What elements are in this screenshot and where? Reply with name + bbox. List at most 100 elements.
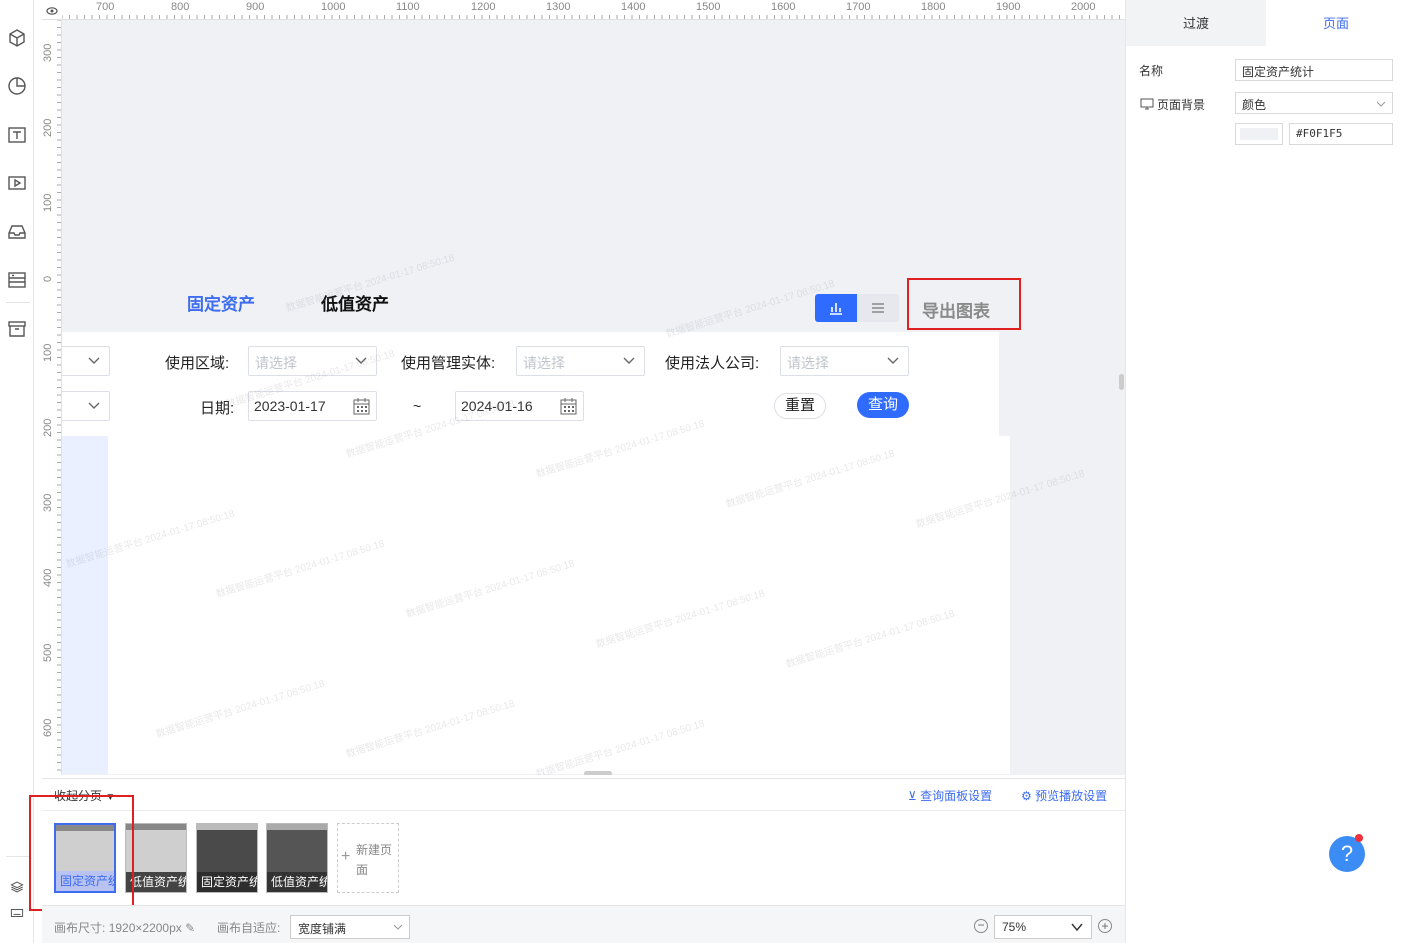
chevron-down-icon (88, 357, 100, 364)
chevron-down-icon (88, 402, 100, 409)
chevron-down-icon (355, 357, 367, 364)
horizontal-scrollbar[interactable] (584, 771, 612, 775)
ruler-tick-label: 700 (96, 1, 115, 13)
ruler-tick-label: 1500 (696, 1, 721, 13)
ruler-tick-label: 1300 (546, 1, 571, 13)
date-start-input[interactable]: 2023-01-17 (248, 391, 377, 421)
truncated-select[interactable] (62, 391, 110, 421)
ruler-tick-label: 800 (171, 1, 190, 13)
pie-chart-icon[interactable] (6, 75, 28, 97)
archive-icon[interactable] (6, 318, 28, 340)
ruler-tick-label: 300 (42, 493, 54, 512)
canvas-fit-select[interactable]: 宽度铺满 (290, 915, 410, 939)
toolbar-divider (6, 856, 30, 857)
use-area-label: 使用区域: (165, 355, 230, 372)
color-swatch (1240, 128, 1278, 140)
ruler-tick-label: 500 (42, 643, 54, 662)
ruler-tick-label: 2000 (1071, 1, 1096, 13)
keyboard-icon[interactable] (6, 902, 28, 924)
page-highlight-box (29, 795, 134, 911)
zoom-out-icon[interactable]: − (974, 919, 988, 933)
inbox-icon[interactable] (6, 221, 28, 243)
query-panel-settings-link[interactable]: ⊻ 查询面板设置 (908, 787, 992, 804)
zoom-select[interactable]: 75% (994, 915, 1092, 939)
chart-view-toggle[interactable] (815, 294, 857, 322)
tab-fixed-assets[interactable]: 固定资产 (187, 290, 255, 315)
tab-low-value-assets[interactable]: 低值资产 (321, 290, 389, 315)
left-content-strip (62, 436, 108, 774)
gear-icon: ⚙ (1021, 789, 1032, 803)
page-background-label: 页面背景 (1157, 98, 1206, 112)
date-end-input[interactable]: 2024-01-16 (455, 391, 584, 421)
date-label: 日期: (200, 400, 235, 417)
background-type-select[interactable]: 颜色 (1235, 92, 1393, 114)
filter-icon: ⊻ (908, 789, 917, 803)
cube-icon[interactable] (6, 27, 28, 49)
design-canvas[interactable]: 固定资产 低值资产 导出图表 使用区域: 请选择 使用管理实体: 请选择 使用法… (62, 20, 1125, 775)
page-thumbnail[interactable]: 低值资产统计 (266, 823, 328, 893)
preview-settings-link[interactable]: ⚙ 预览播放设置 (1021, 787, 1107, 804)
monitor-icon (1140, 97, 1154, 110)
canvas-size-value: 1920×2200px (108, 921, 182, 935)
text-icon[interactable] (6, 124, 28, 146)
table-icon[interactable] (6, 269, 28, 291)
thumbnail-header (126, 824, 186, 830)
zoom-value: 75% (1002, 920, 1027, 934)
ruler-tick-label: 200 (42, 418, 54, 437)
ruler-tick-label: 200 (42, 118, 54, 137)
properties-panel: 过渡 页面 名称 固定资产统计 页面背景 颜色 #F0F1F5 ? (1125, 0, 1405, 943)
ruler-tick-label: 0 (42, 275, 54, 282)
tab-page[interactable]: 页面 (1266, 0, 1405, 46)
divider (42, 810, 1125, 811)
vertical-scrollbar[interactable] (1119, 374, 1124, 390)
layers-icon[interactable] (6, 876, 28, 898)
use-entity-label: 使用管理实体: (401, 355, 496, 372)
ruler-tick-label: 600 (42, 718, 54, 737)
use-area-select[interactable]: 请选择 (248, 346, 377, 376)
thumbnail-header (197, 824, 257, 830)
list-view-toggle[interactable] (857, 294, 899, 322)
background-type-value: 颜色 (1242, 98, 1267, 112)
thumbnail-header (267, 824, 327, 830)
chevron-down-icon (623, 357, 635, 364)
date-range-separator: ~ (413, 398, 422, 414)
select-placeholder: 请选择 (523, 355, 565, 371)
calendar-icon (353, 398, 370, 415)
truncated-select[interactable] (62, 346, 110, 376)
top-ruler-ticks (62, 15, 1120, 19)
page-thumbnail-label: 低值资产统计 (126, 872, 186, 892)
ruler-tick-label: 900 (246, 1, 265, 13)
export-chart-button[interactable]: 导出图表 (922, 297, 990, 322)
use-entity-select[interactable]: 请选择 (516, 346, 645, 376)
chevron-down-icon (1071, 923, 1083, 932)
canvas-fit-label: 画布自适应: (217, 921, 281, 935)
eye-icon[interactable] (46, 4, 58, 16)
new-page-button[interactable]: + 新建页面 (337, 823, 399, 893)
left-ruler: 300 200 100 0 100 200 300 400 500 600 (42, 20, 62, 775)
reset-button[interactable]: 重置 (774, 393, 826, 419)
ruler-tick-label: 100 (42, 343, 54, 362)
canvas-fit-value: 宽度铺满 (298, 922, 347, 936)
filter-panel: 使用区域: 请选择 使用管理实体: 请选择 使用法人公司: 请选择 日期: 20… (62, 332, 999, 436)
ruler-tick-label: 100 (42, 193, 54, 212)
date-end-value: 2024-01-16 (461, 398, 533, 414)
background-color-swatch[interactable] (1235, 123, 1283, 145)
zoom-in-icon[interactable]: + (1098, 919, 1112, 933)
media-icon[interactable] (6, 172, 28, 194)
legal-company-select[interactable]: 请选择 (780, 346, 909, 376)
top-ruler: 700 800 900 1000 1100 1200 1300 1400 150… (42, 0, 1125, 20)
edit-icon[interactable]: ✎ (185, 921, 195, 935)
page-thumbnail[interactable]: 低值资产统计 (125, 823, 187, 893)
page-thumbnail[interactable]: 固定资产统计 (196, 823, 258, 893)
tab-transition[interactable]: 过渡 (1126, 0, 1266, 46)
ruler-tick-label: 1700 (846, 1, 871, 13)
page-name-input[interactable]: 固定资产统计 (1235, 59, 1393, 81)
query-button[interactable]: 查询 (857, 392, 909, 418)
background-color-input[interactable]: #F0F1F5 (1289, 123, 1393, 145)
chart-content-panel[interactable] (108, 436, 1010, 774)
pages-bar: 收起分页 ▼ ⊻ 查询面板设置 ⚙ 预览播放设置 固定资产统计 低值资产统计 固… (42, 778, 1125, 905)
ruler-tick-label: 1100 (396, 1, 420, 13)
status-bar: 画布尺寸: 1920×2200px ✎ 画布自适应: 宽度铺满 − 75% + (42, 905, 1125, 943)
ruler-tick-label: 1600 (771, 1, 796, 13)
ruler-tick-label: 1400 (621, 1, 646, 13)
